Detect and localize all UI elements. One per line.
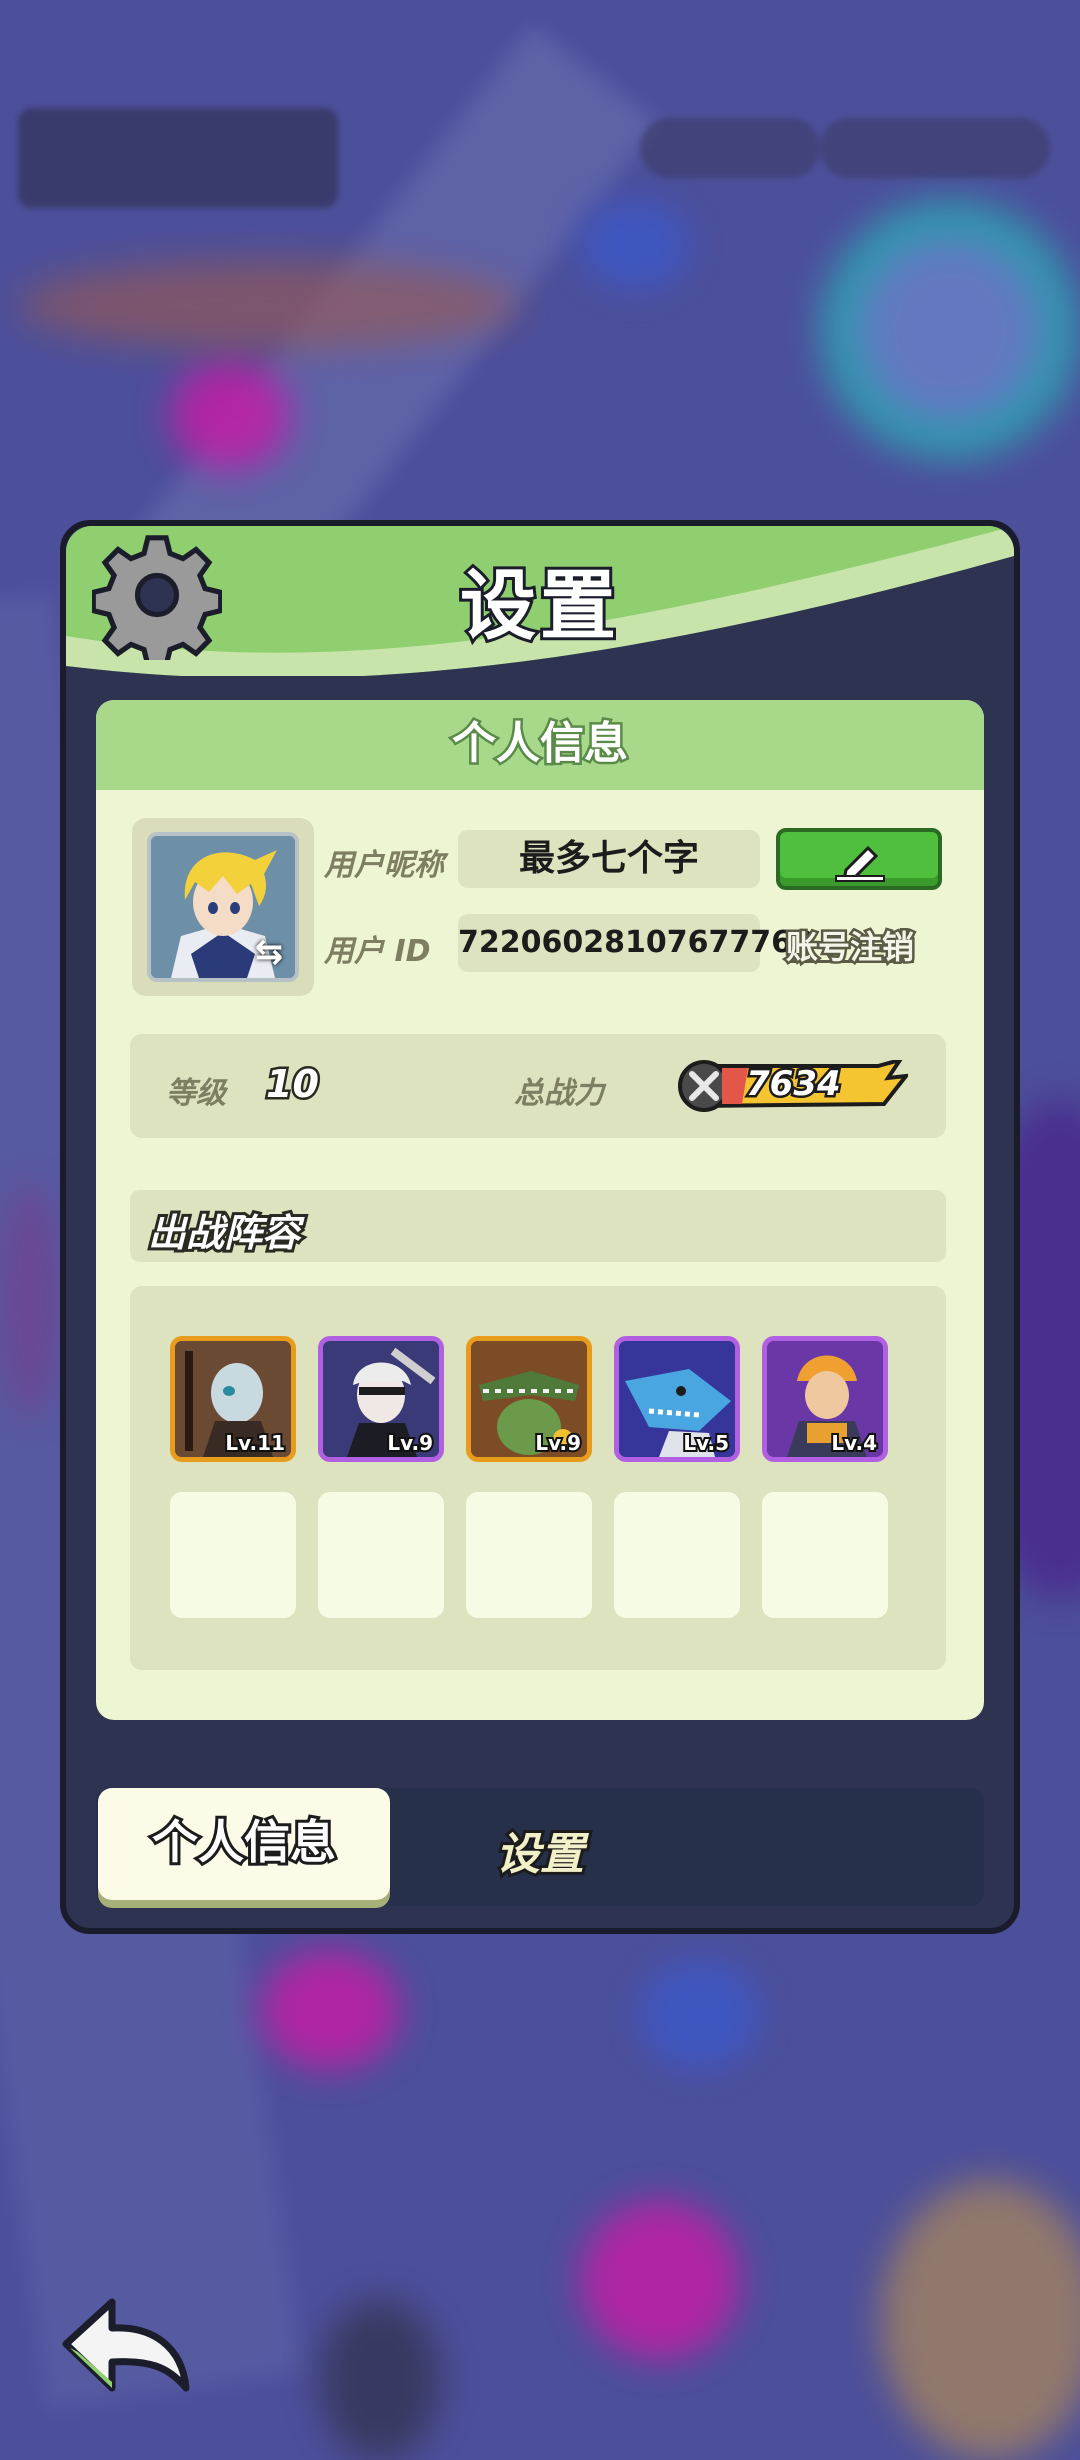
power-badge: 7634 [678, 1060, 908, 1112]
hero-slot-1[interactable]: Lv.11 [170, 1336, 296, 1462]
hero-level: Lv.4 [829, 1429, 879, 1457]
edit-nickname-button[interactable] [776, 828, 942, 890]
dialog-tabbar: 个人信息 设置 [96, 1788, 984, 1906]
user-id-value: 72206028107677768 [458, 914, 813, 972]
dialog-title: 设置 [457, 558, 620, 653]
hero-slot-2[interactable]: Lv.9 [318, 1336, 444, 1462]
stats-bar: 等级 10 总战力 7634 [130, 1034, 946, 1138]
hero-slot-3[interactable]: Lv.9 [466, 1336, 592, 1462]
lineup-title: 出战阵容 [145, 1208, 303, 1258]
power-value: 7634 [744, 1062, 844, 1107]
player-hud [18, 108, 338, 208]
hero-level: Lv.9 [533, 1429, 583, 1457]
settings-dialog: 设置 个人信息 ⇆ 用户昵称 最多七个字 用户 ID 7220602810767… [60, 520, 1020, 1934]
hero-level: Lv.9 [385, 1429, 435, 1457]
tab-personal-info[interactable]: 个人信息 [98, 1788, 390, 1900]
personal-info-panel: 个人信息 ⇆ 用户昵称 最多七个字 用户 ID 7220602810767776… [96, 700, 984, 1720]
empty-hero-slot[interactable] [466, 1492, 592, 1618]
resource-bar [820, 118, 1050, 178]
nickname-field[interactable]: 最多七个字 [458, 830, 760, 888]
lineup-grid: Lv.11 Lv.9 Lv.9 Lv.5 Lv.4 [130, 1286, 946, 1670]
level-value: 10 [264, 1060, 322, 1109]
empty-hero-slot[interactable] [614, 1492, 740, 1618]
empty-hero-slot[interactable] [318, 1492, 444, 1618]
lineup-header: 出战阵容 [130, 1190, 946, 1262]
panel-title: 个人信息 [96, 700, 984, 790]
level-label: 等级 [166, 1076, 226, 1111]
dialog-header: 设置 [66, 526, 1014, 676]
user-id-label: 用户 ID [324, 934, 431, 969]
empty-hero-slot[interactable] [170, 1492, 296, 1618]
back-arrow-icon[interactable] [56, 2292, 196, 2402]
empty-hero-slot[interactable] [762, 1492, 888, 1618]
hero-slot-5[interactable]: Lv.4 [762, 1336, 888, 1462]
account-deletion-link[interactable]: 账号注销 [783, 922, 916, 969]
hero-level: Lv.11 [223, 1429, 287, 1457]
tab-settings[interactable]: 设置 [493, 1818, 587, 1883]
nickname-label: 用户昵称 [324, 848, 444, 883]
power-label: 总战力 [514, 1076, 604, 1111]
hero-slot-4[interactable]: Lv.5 [614, 1336, 740, 1462]
avatar[interactable]: ⇆ [147, 832, 299, 982]
resource-bar [640, 118, 820, 178]
avatar-frame[interactable]: ⇆ [132, 818, 314, 996]
swap-icon[interactable]: ⇆ [249, 932, 289, 972]
hero-level: Lv.5 [681, 1429, 731, 1457]
pencil-icon [835, 845, 885, 882]
